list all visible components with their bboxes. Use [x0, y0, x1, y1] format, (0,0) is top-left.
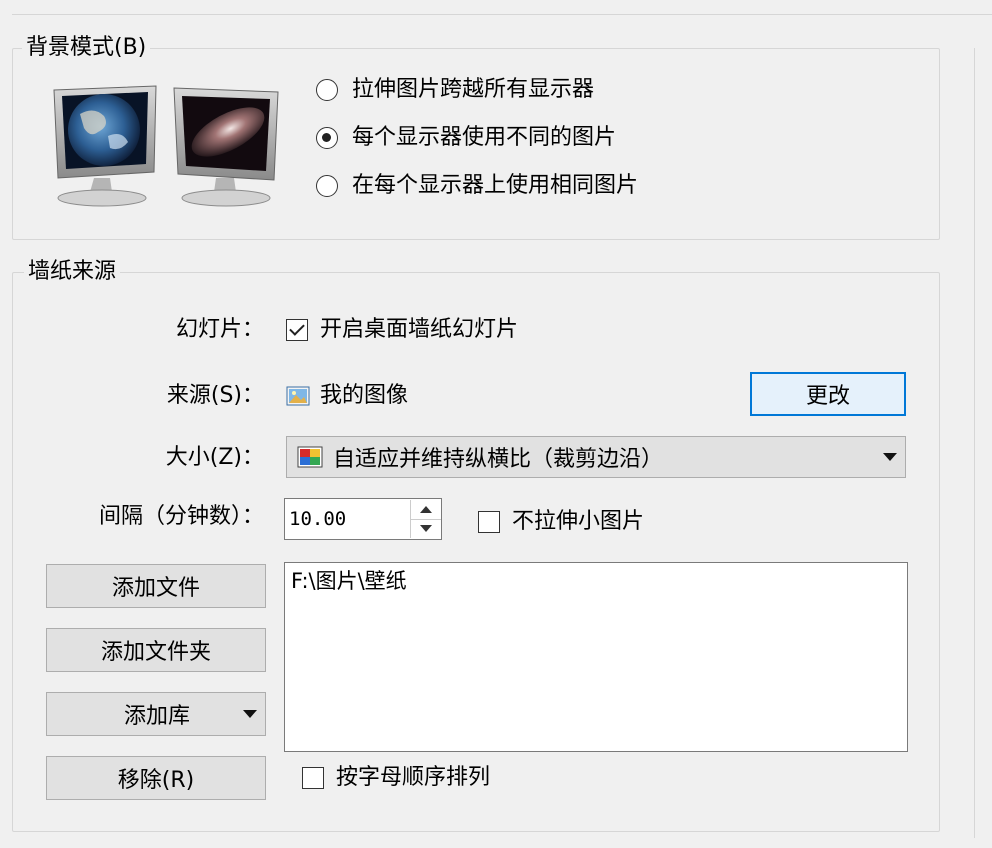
size-label: 大小(Z)：: [165, 445, 264, 470]
interval-input-value[interactable]: 10.00: [285, 508, 410, 530]
chevron-up-icon: [420, 505, 432, 513]
interval-spin-buttons: [410, 500, 441, 538]
interval-spinbox[interactable]: 10.00: [284, 498, 442, 540]
remove-button[interactable]: 移除(R): [46, 756, 266, 800]
sort-alpha-checkbox[interactable]: [302, 767, 324, 789]
radio-label: 在每个显示器上使用相同图片: [352, 173, 639, 198]
right-panel-edge: [974, 48, 975, 838]
radio-same-all-monitors[interactable]: 在每个显示器上使用相同图片: [316, 172, 638, 200]
interval-label: 间隔（分钟数）：: [98, 504, 264, 529]
source-label: 来源(S)：: [166, 383, 264, 408]
dropdown-arrow-icon: [883, 453, 897, 461]
add-folder-button[interactable]: 添加文件夹: [46, 628, 266, 672]
slideshow-label: 幻灯片：: [175, 317, 264, 342]
background-mode-title: 背景模式(B): [22, 34, 151, 62]
radio-label: 拉伸图片跨越所有显示器: [352, 77, 595, 102]
fit-mode-icon: [297, 446, 323, 468]
size-dropdown-value: 自适应并维持纵横比（裁剪边沿）: [333, 447, 664, 472]
dual-monitor-illustration: [53, 85, 279, 207]
radio-label: 每个显示器使用不同的图片: [352, 125, 617, 150]
slideshow-checkbox[interactable]: [286, 319, 308, 341]
wallpaper-source-title: 墙纸来源: [24, 258, 121, 286]
pictures-folder-icon: [286, 386, 310, 406]
slideshow-checkbox-label: 开启桌面墙纸幻灯片: [320, 317, 519, 342]
add-library-label: 添加库: [123, 704, 190, 729]
dropdown-arrow-icon: [243, 710, 257, 718]
sort-alpha-toggle[interactable]: 按字母顺序排列: [302, 764, 490, 792]
change-button[interactable]: 更改: [750, 372, 906, 416]
top-divider: [12, 0, 992, 15]
source-value: 我的图像: [286, 382, 408, 410]
no-stretch-toggle[interactable]: 不拉伸小图片: [478, 508, 644, 536]
no-stretch-label: 不拉伸小图片: [512, 509, 645, 534]
slideshow-toggle[interactable]: 开启桌面墙纸幻灯片: [286, 316, 518, 344]
spin-up-button[interactable]: [411, 500, 441, 520]
no-stretch-checkbox[interactable]: [478, 511, 500, 533]
add-library-button[interactable]: 添加库: [46, 692, 266, 736]
radio-button-selected[interactable]: [316, 127, 338, 149]
list-item[interactable]: F:\图片\壁纸: [285, 563, 907, 599]
add-file-button[interactable]: 添加文件: [46, 564, 266, 608]
radio-button[interactable]: [316, 175, 338, 197]
wallpaper-path-list[interactable]: F:\图片\壁纸: [284, 562, 908, 752]
size-dropdown[interactable]: 自适应并维持纵横比（裁剪边沿）: [286, 436, 906, 478]
radio-different-per-monitor[interactable]: 每个显示器使用不同的图片: [316, 124, 616, 152]
spin-down-button[interactable]: [411, 520, 441, 539]
sort-alpha-label: 按字母顺序排列: [336, 765, 491, 790]
radio-button[interactable]: [316, 79, 338, 101]
radio-stretch-across[interactable]: 拉伸图片跨越所有显示器: [316, 76, 594, 104]
chevron-down-icon: [420, 525, 432, 533]
source-value-text: 我的图像: [320, 383, 409, 408]
